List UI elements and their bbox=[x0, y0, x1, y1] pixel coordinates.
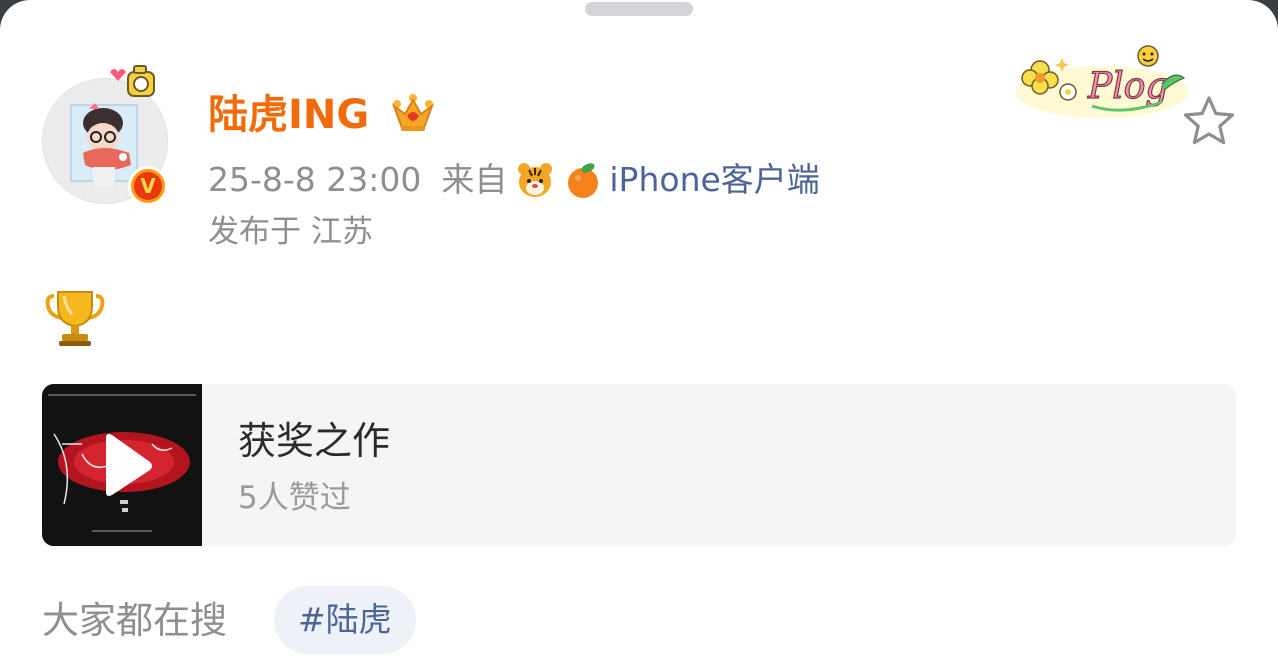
post-location: 发布于 江苏 bbox=[208, 214, 373, 250]
crown-icon bbox=[391, 94, 435, 131]
hashtag-chip[interactable]: #陆虎 bbox=[274, 586, 416, 654]
plog-text: Plog bbox=[1087, 66, 1168, 107]
plog-sticker-icon[interactable]: Plog bbox=[1012, 40, 1192, 120]
avatar-pendant-icon bbox=[110, 65, 155, 97]
post-time: 25-8-8 23:00 bbox=[208, 160, 422, 199]
play-icon[interactable] bbox=[42, 384, 202, 546]
trending-search-label: 大家都在搜 bbox=[42, 599, 227, 642]
post-sheet: V 陆虎ING 25-8-8 23:00 来自 iPhone客户端 发布于 江苏… bbox=[0, 0, 1278, 664]
client-link[interactable]: iPhone客户端 bbox=[609, 158, 819, 202]
username[interactable]: 陆虎ING bbox=[208, 90, 369, 140]
post-meta: 25-8-8 23:00 来自 iPhone客户端 bbox=[208, 158, 820, 202]
video-likes: 5人赞过 bbox=[238, 480, 351, 516]
source-prefix: 来自 bbox=[441, 160, 508, 199]
video-title: 获奖之作 bbox=[238, 419, 391, 463]
favorite-star-icon[interactable] bbox=[1180, 94, 1238, 148]
video-card[interactable]: 获奖之作 5人赞过 bbox=[42, 384, 1236, 546]
trophy-icon bbox=[45, 291, 105, 346]
orange-emoji-icon bbox=[568, 163, 599, 198]
verified-badge-icon: V bbox=[128, 166, 168, 206]
tiger-emoji-icon bbox=[518, 163, 553, 197]
sheet-grabber[interactable] bbox=[585, 2, 693, 16]
video-thumbnail[interactable] bbox=[42, 384, 202, 546]
